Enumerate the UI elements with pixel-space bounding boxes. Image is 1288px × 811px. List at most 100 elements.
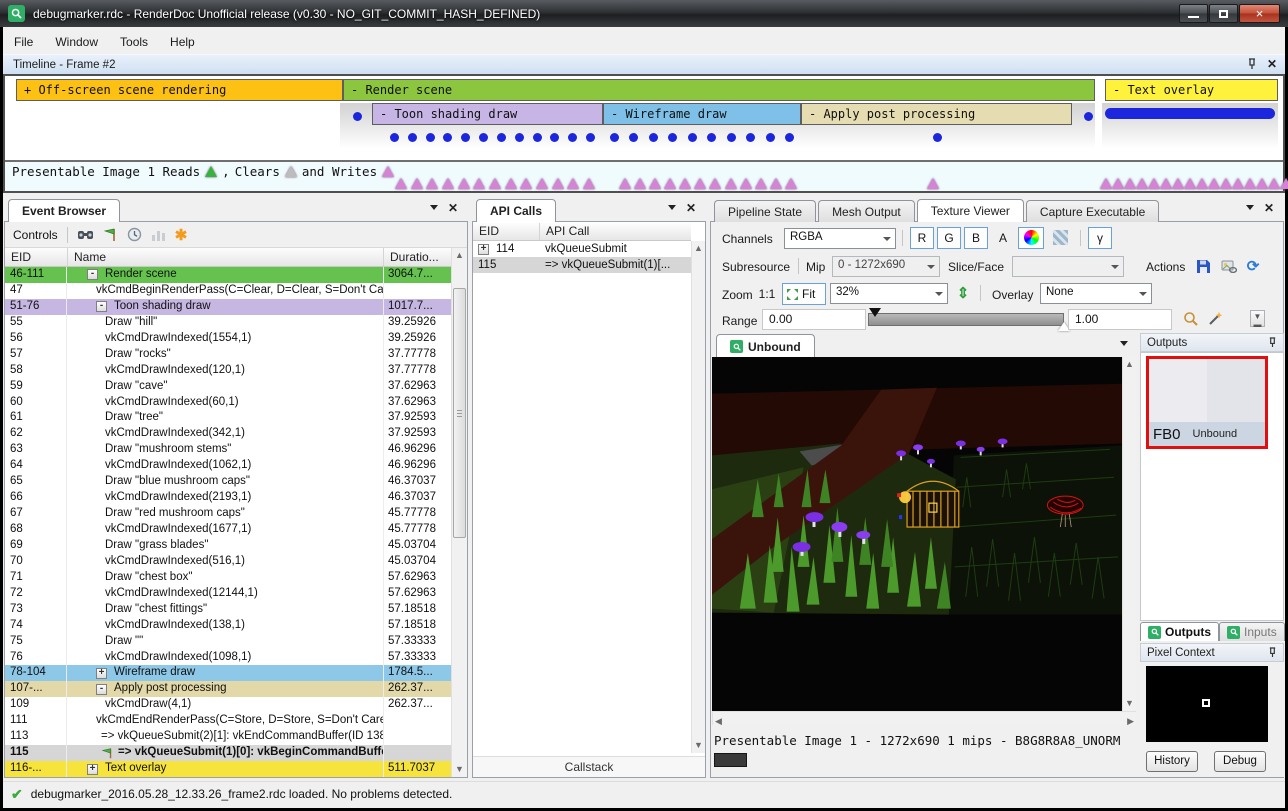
event-row[interactable]: 51-76 - Toon shading draw 1017.7... <box>5 299 451 315</box>
event-row[interactable]: 60 vkCmdDrawIndexed(60,1) 37.62963 <box>5 395 451 411</box>
range-min-field[interactable]: 0.00 <box>762 309 866 330</box>
range-black-handle[interactable] <box>869 308 881 317</box>
tab-capture-executable[interactable]: Capture Executable <box>1026 200 1159 222</box>
close-icon[interactable]: ✕ <box>1264 201 1274 215</box>
gamma-toggle[interactable]: γ <box>1088 227 1112 249</box>
col-duration[interactable]: Duratio... <box>383 248 451 266</box>
event-row[interactable]: 58 vkCmdDrawIndexed(120,1) 37.77778 <box>5 363 451 379</box>
event-row[interactable]: 76 vkCmdDrawIndexed(1098,1) 57.33333 <box>5 650 451 666</box>
scroll-down-icon[interactable]: ▼ <box>692 738 705 753</box>
expander-icon[interactable]: - <box>87 269 98 280</box>
history-button[interactable]: History <box>1146 751 1198 772</box>
colorwheel-toggle[interactable] <box>1018 227 1044 249</box>
scroll-down-icon[interactable]: ▼ <box>1123 696 1136 711</box>
zoom-combo[interactable]: 32% <box>830 283 948 304</box>
pixel-context-view[interactable] <box>1146 666 1268 742</box>
scroll-right-icon[interactable]: ▶ <box>1127 714 1134 729</box>
scroll-down-icon[interactable]: ▼ <box>452 762 467 777</box>
close-icon[interactable]: ✕ <box>686 201 696 215</box>
event-row[interactable]: 70 vkCmdDrawIndexed(516,1) 45.03704 <box>5 554 451 570</box>
channel-alpha-toggle[interactable]: A <box>991 227 1015 249</box>
expander-icon[interactable]: - <box>96 301 107 312</box>
event-row[interactable]: 65 Draw "blue mushroom caps" 46.37037 <box>5 474 451 490</box>
open-link-icon[interactable] <box>1218 255 1240 277</box>
expander-icon[interactable]: + <box>87 764 98 775</box>
callstack-section[interactable]: Callstack <box>473 756 705 777</box>
autofit-wand-icon[interactable] <box>1204 308 1226 330</box>
col-name[interactable]: Name <box>67 248 383 266</box>
scrollbar-thumb[interactable] <box>453 288 466 538</box>
close-icon[interactable]: ✕ <box>1267 57 1277 71</box>
chevron-down-icon[interactable] <box>1246 205 1254 210</box>
flip-vertical-icon[interactable]: ⇕ <box>952 282 974 304</box>
minimize-button[interactable] <box>1179 4 1208 23</box>
timeline-draw-pill[interactable] <box>1105 108 1275 119</box>
col-eid[interactable]: EID <box>473 223 539 240</box>
maximize-button[interactable] <box>1209 4 1238 23</box>
channel-green-toggle[interactable]: G <box>937 227 961 249</box>
event-row[interactable]: 63 Draw "mushroom stems" 46.96296 <box>5 442 451 458</box>
menu-file[interactable]: File <box>3 31 44 53</box>
event-row[interactable]: 115 => vkQueueSubmit(1)[0]: vkBeginComma… <box>5 745 451 761</box>
expander-icon[interactable]: - <box>96 684 107 695</box>
scroll-up-icon[interactable]: ▲ <box>452 248 467 263</box>
tab-pipeline-state[interactable]: Pipeline State <box>714 200 816 222</box>
channel-red-toggle[interactable]: R <box>910 227 934 249</box>
mip-combo[interactable]: 0 - 1272x690 <box>832 256 940 277</box>
find-icon[interactable] <box>77 228 94 242</box>
pin-icon[interactable] <box>1268 647 1277 658</box>
menu-tools[interactable]: Tools <box>109 31 159 53</box>
tab-inputs[interactable]: Inputs <box>1219 622 1285 641</box>
event-row[interactable]: 68 vkCmdDrawIndexed(1677,1) 45.77778 <box>5 522 451 538</box>
event-row[interactable]: 67 Draw "red mushroom caps" 45.77778 <box>5 506 451 522</box>
api-calls-scrollbar[interactable]: ▲ ▼ <box>691 241 705 753</box>
slice-face-combo[interactable] <box>1012 256 1124 277</box>
event-row[interactable]: 75 Draw "" 57.33333 <box>5 634 451 650</box>
event-row[interactable]: 107-... - Apply post processing 262.37..… <box>5 681 451 697</box>
scroll-up-icon[interactable]: ▲ <box>692 241 705 256</box>
expander-icon[interactable]: + <box>478 244 489 255</box>
fb0-thumbnail[interactable]: FB0 Unbound <box>1146 356 1268 449</box>
timeline-marker-offscreen[interactable]: + Off-screen scene rendering <box>16 79 343 101</box>
time-icon[interactable] <box>127 227 142 242</box>
menu-help[interactable]: Help <box>159 31 206 53</box>
bookmark-jump-icon[interactable]: ✱ <box>175 226 188 244</box>
zoom-1to1-button[interactable]: 1:1 <box>754 283 780 305</box>
event-row[interactable]: 61 Draw "tree" 37.92593 <box>5 410 451 426</box>
tab-outputs[interactable]: Outputs <box>1140 622 1219 641</box>
close-button[interactable]: × <box>1239 4 1280 23</box>
texture-display[interactable] <box>712 357 1122 711</box>
timeline-marker-toon[interactable]: - Toon shading draw <box>372 103 603 125</box>
tab-api-calls[interactable]: API Calls <box>476 199 556 222</box>
event-row[interactable]: 71 Draw "chest box" 57.62963 <box>5 570 451 586</box>
range-slider[interactable] <box>868 313 1064 326</box>
timeline-marker-wireframe[interactable]: - Wireframe draw <box>603 103 801 125</box>
chevron-down-icon[interactable] <box>430 205 438 210</box>
close-icon[interactable]: ✕ <box>448 201 458 215</box>
texture-hscrollbar[interactable]: ◀ ▶ <box>712 711 1136 725</box>
texture-image[interactable] <box>712 357 1122 711</box>
zoom-fit-toggle[interactable]: Fit <box>782 283 826 305</box>
toolbar-overflow-button[interactable]: ▼▬ <box>1250 310 1265 327</box>
event-row[interactable]: 116-... + Text overlay 511.7037 <box>5 761 451 777</box>
event-row[interactable]: 47 vkCmdBeginRenderPass(C=Clear, D=Clear… <box>5 283 451 299</box>
api-call-row[interactable]: 115 => vkQueueSubmit(1)[... <box>473 257 691 273</box>
channel-blue-toggle[interactable]: B <box>964 227 988 249</box>
event-row[interactable]: 74 vkCmdDrawIndexed(138,1) 57.18518 <box>5 618 451 634</box>
event-browser-scrollbar[interactable]: ▲ ▼ <box>451 248 467 777</box>
bookmark-flag-icon[interactable] <box>103 227 118 242</box>
overlay-combo[interactable]: None <box>1040 283 1152 304</box>
event-row[interactable]: 73 Draw "chest fittings" 57.18518 <box>5 602 451 618</box>
event-row[interactable]: 46-111 - Render scene 3064.7... <box>5 267 451 283</box>
pin-icon[interactable] <box>1268 337 1277 348</box>
tab-event-browser[interactable]: Event Browser <box>8 199 120 222</box>
event-row[interactable]: 66 vkCmdDrawIndexed(2193,1) 46.37037 <box>5 490 451 506</box>
event-row[interactable]: 57 Draw "rocks" 37.77778 <box>5 347 451 363</box>
tab-unbound[interactable]: Unbound <box>716 334 815 357</box>
api-call-row[interactable]: + 114 vkQueueSubmit <box>473 241 691 257</box>
event-row[interactable]: 113 => vkQueueSubmit(2)[1]: vkEndCommand… <box>5 729 451 745</box>
event-row[interactable]: 55 Draw "hill" 39.25926 <box>5 315 451 331</box>
event-row[interactable]: 64 vkCmdDrawIndexed(1062,1) 46.96296 <box>5 458 451 474</box>
tab-mesh-output[interactable]: Mesh Output <box>818 200 915 222</box>
checker-toggle[interactable] <box>1047 227 1073 249</box>
